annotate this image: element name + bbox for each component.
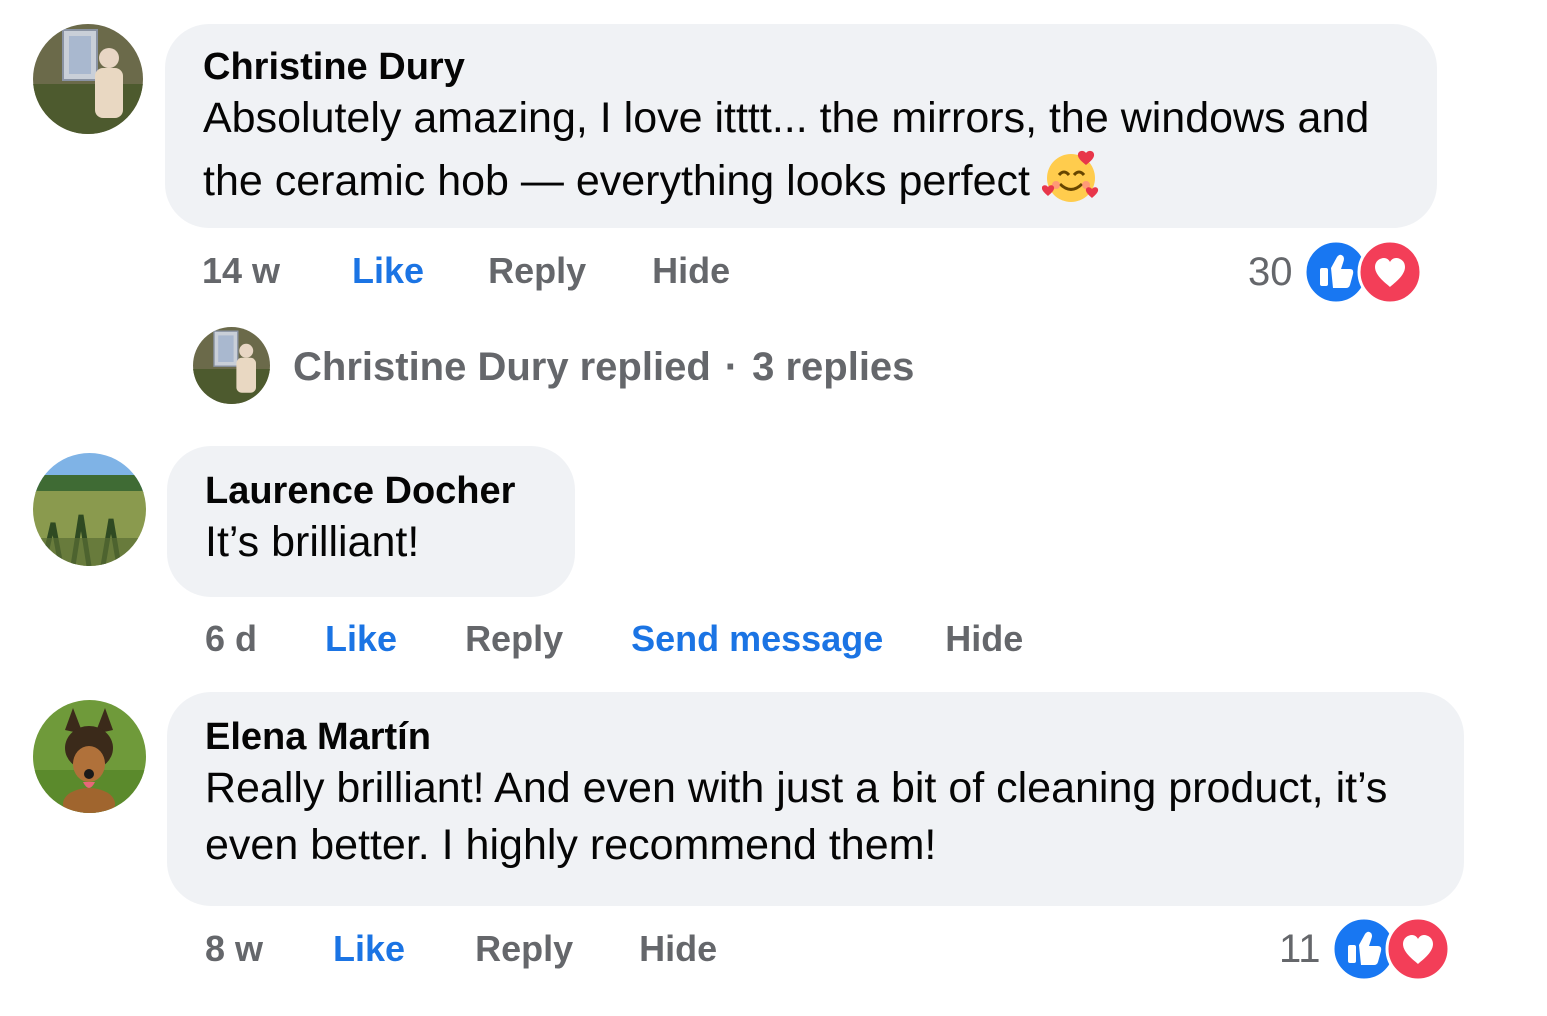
avatar-elena-martin[interactable]: [33, 700, 146, 813]
reply-author: Christine Dury: [293, 344, 569, 389]
comment-bubble: Christine Dury Absolutely amazing, I lov…: [165, 24, 1437, 228]
replied-label: replied: [579, 344, 711, 389]
reaction-summary[interactable]: 30: [1248, 239, 1423, 305]
separator-dot: ·: [724, 344, 739, 389]
view-replies-link[interactable]: Christine Dury replied · 3 replies: [293, 342, 914, 392]
comment-timestamp[interactable]: 8 w: [205, 928, 263, 970]
hide-button[interactable]: Hide: [945, 618, 1023, 660]
comment-text: It’s brilliant!: [205, 518, 420, 566]
smiling-face-with-hearts-icon: [1041, 147, 1100, 205]
avatar-christine-dury-small[interactable]: [193, 327, 270, 404]
avatar-christine-dury[interactable]: [33, 24, 143, 134]
comment-actions: 6 d Like Reply Send message Hide: [205, 616, 1023, 662]
reply-button[interactable]: Reply: [488, 250, 586, 292]
comment-actions: 8 w Like Reply Hide: [205, 926, 717, 972]
comment-bubble: Elena Martín Really brilliant! And even …: [167, 692, 1464, 906]
avatar-laurence-docher[interactable]: [33, 453, 146, 566]
love-reaction-icon: [1357, 239, 1422, 305]
like-button[interactable]: Like: [352, 250, 424, 292]
comment-author[interactable]: Christine Dury: [203, 44, 1399, 90]
like-button[interactable]: Like: [333, 928, 405, 970]
comment-timestamp[interactable]: 14 w: [202, 250, 280, 292]
comment-author[interactable]: Laurence Docher: [205, 468, 537, 514]
reaction-count: 11: [1279, 926, 1321, 971]
love-reaction-icon: [1385, 916, 1451, 982]
reply-button[interactable]: Reply: [475, 928, 573, 970]
comment-text: Absolutely amazing, I love itttt... the …: [203, 94, 1370, 205]
comment-bubble: Laurence Docher It’s brilliant!: [167, 446, 575, 597]
hide-button[interactable]: Hide: [652, 250, 730, 292]
send-message-button[interactable]: Send message: [631, 618, 883, 660]
reaction-count: 30: [1248, 249, 1293, 294]
like-button[interactable]: Like: [325, 618, 397, 660]
reaction-summary[interactable]: 11: [1279, 916, 1451, 982]
comment-timestamp[interactable]: 6 d: [205, 618, 257, 660]
replies-count: 3 replies: [752, 344, 915, 389]
comment-author[interactable]: Elena Martín: [205, 714, 1426, 760]
comment-text: Really brilliant! And even with just a b…: [205, 764, 1388, 869]
comment-actions: 14 w Like Reply Hide: [202, 248, 730, 294]
reply-button[interactable]: Reply: [465, 618, 563, 660]
hide-button[interactable]: Hide: [639, 928, 717, 970]
